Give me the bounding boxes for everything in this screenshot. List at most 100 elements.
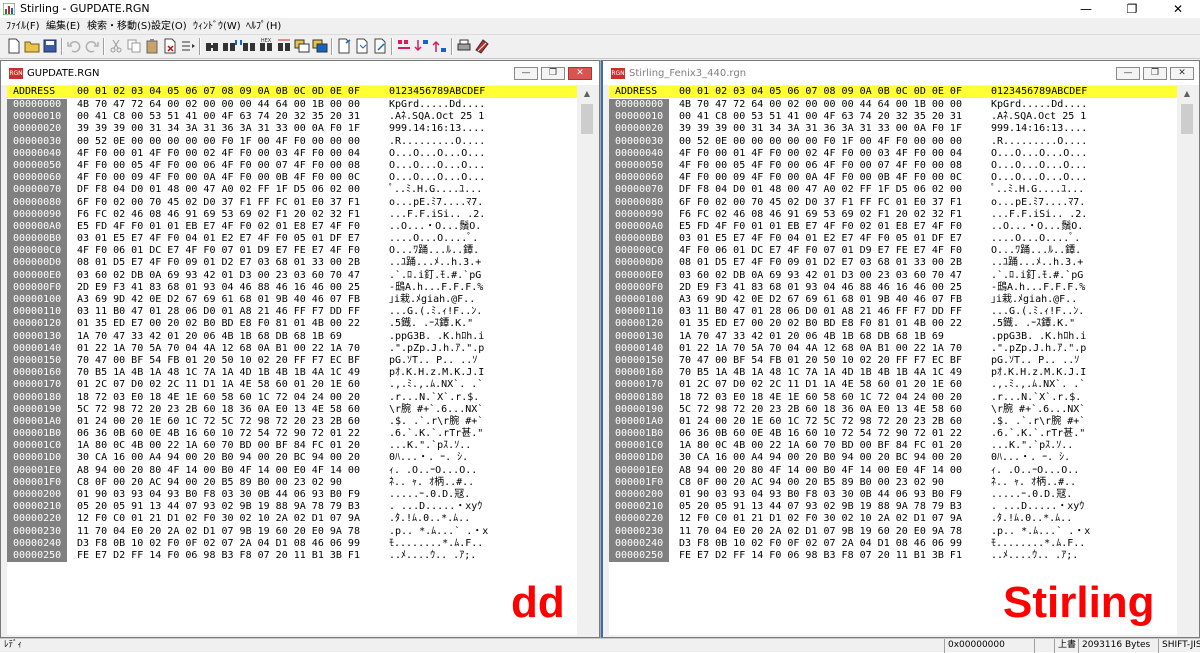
find-hex-icon[interactable]: HEX bbox=[258, 38, 274, 54]
row-hex-bytes[interactable]: 70 47 00 BF 54 FB 01 20 50 10 02 20 FF F… bbox=[679, 355, 962, 367]
row-hex-bytes[interactable]: 12 F0 C0 01 21 D1 02 F0 30 02 10 2A 02 D… bbox=[77, 513, 360, 525]
hex-row[interactable]: 00000000 4B 70 47 72 64 00 02 00 00 00 44… bbox=[7, 99, 577, 112]
hex-row[interactable]: 00000160 70 B5 1A 4B 1A 48 1C 7A 1A 4D 1B… bbox=[609, 367, 1177, 380]
row-hex-bytes[interactable]: 01 2C 07 D0 02 2C 11 D1 1A 4E 58 60 01 2… bbox=[679, 379, 962, 391]
row-ascii-text[interactable]: ....O...O....ﾟ. bbox=[389, 233, 478, 245]
row-ascii-text[interactable]: .R.........O.... bbox=[991, 136, 1087, 148]
open-folder-icon[interactable] bbox=[24, 38, 40, 54]
row-ascii-text[interactable]: ..ﾕ踊...ﾒ..h.3.+ bbox=[389, 257, 481, 269]
row-hex-bytes[interactable]: 06 36 0B 60 0E 4B 16 60 10 72 54 72 90 7… bbox=[77, 428, 360, 440]
row-hex-bytes[interactable]: 00 41 C8 00 53 51 41 00 4F 63 74 20 32 3… bbox=[679, 111, 962, 123]
hex-row[interactable]: 000000E0 03 60 02 DB 0A 69 93 42 01 D3 00… bbox=[7, 269, 577, 282]
row-ascii-text[interactable]: .p.. *.ﾑ...` .・x bbox=[389, 526, 488, 538]
menu-file[interactable]: ﾌｧｲﾙ(F) bbox=[6, 20, 40, 33]
row-ascii-text[interactable]: o...pE.ﾐ7....ﾏ7. bbox=[991, 197, 1085, 209]
row-ascii-text[interactable]: .5鐡. .ｰｽ鐔.K." bbox=[389, 318, 473, 330]
copy-icon[interactable] bbox=[126, 38, 142, 54]
hex-row[interactable]: 00000250 FE E7 D2 FF 14 F0 06 98 B3 F8 07… bbox=[7, 549, 577, 563]
hex-row[interactable]: 00000210 05 20 05 91 13 44 07 93 02 9B 19… bbox=[7, 501, 577, 514]
hex-row[interactable]: 00000080 6F F0 02 00 70 45 02 D0 37 F1 FF… bbox=[7, 196, 577, 209]
row-ascii-text[interactable]: ﾈ.. ｬ. ｵ柄..#.. bbox=[389, 477, 474, 489]
new-file-icon[interactable] bbox=[6, 38, 22, 54]
row-hex-bytes[interactable]: F6 FC 02 46 08 46 91 69 53 69 02 F1 20 0… bbox=[77, 209, 360, 221]
menu-settings[interactable]: 設定(O) bbox=[151, 20, 187, 33]
hex-row[interactable]: 00000120 01 35 ED E7 00 20 02 B0 BD E8 F0… bbox=[7, 318, 577, 331]
jump-end-icon[interactable] bbox=[372, 38, 388, 54]
row-ascii-text[interactable]: . ...D.....・xyｳ bbox=[991, 501, 1084, 513]
row-hex-bytes[interactable]: 08 01 D5 E7 4F F0 09 01 D2 E7 03 68 01 3… bbox=[679, 257, 962, 269]
row-hex-bytes[interactable]: 70 B5 1A 4B 1A 48 1C 7A 1A 4D 1B 4B 1B 4… bbox=[77, 367, 360, 379]
compare-icon[interactable] bbox=[294, 38, 310, 54]
row-hex-bytes[interactable]: 11 70 04 E0 20 2A 02 D1 07 9B 19 60 20 E… bbox=[679, 526, 962, 538]
hex-row[interactable]: 00000170 01 2C 07 D0 02 2C 11 D1 1A 4E 58… bbox=[7, 379, 577, 392]
hex-row[interactable]: 00000040 4F F0 00 01 4F F0 00 02 4F F0 00… bbox=[7, 147, 577, 160]
row-hex-bytes[interactable]: A8 94 00 20 80 4F 14 00 B0 4F 14 00 E0 4… bbox=[679, 465, 962, 477]
row-hex-bytes[interactable]: 01 90 03 93 04 93 B0 F8 03 30 0B 44 06 9… bbox=[77, 489, 360, 501]
row-hex-bytes[interactable]: 4F F0 00 01 4F F0 00 02 4F F0 00 03 4F F… bbox=[679, 148, 962, 160]
row-hex-bytes[interactable]: DF F8 04 D0 01 48 00 47 A0 02 FF 1F D5 0… bbox=[77, 184, 360, 196]
row-hex-bytes[interactable]: 1A 80 0C 4B 00 22 1A 60 70 BD 00 BF 84 F… bbox=[77, 440, 360, 452]
scroll-thumb[interactable] bbox=[581, 104, 593, 134]
hex-row[interactable]: 00000140 01 22 1A 70 5A 70 04 4A 12 68 0A… bbox=[7, 342, 577, 355]
hex-row[interactable]: 000001A0 01 24 00 20 1E 60 1C 72 5C 72 98… bbox=[609, 415, 1177, 429]
row-ascii-text[interactable]: .".pZp.J.h.ｱ.".p bbox=[389, 343, 484, 355]
hex-row[interactable]: 00000240 D3 F8 0B 10 02 F0 0F 02 07 2A 04… bbox=[609, 537, 1177, 550]
row-hex-bytes[interactable]: F6 FC 02 46 08 46 91 69 53 69 02 F1 20 0… bbox=[679, 209, 962, 221]
row-ascii-text[interactable]: .R.........O.... bbox=[389, 136, 485, 148]
row-ascii-text[interactable]: .r...N.`X`.r.$. bbox=[389, 392, 485, 404]
row-ascii-text[interactable]: .6.`.K.`.rTr甚." bbox=[991, 428, 1085, 440]
row-hex-bytes[interactable]: 4F F0 00 09 4F F0 00 0A 4F F0 00 0B 4F F… bbox=[77, 172, 360, 184]
row-ascii-text[interactable]: \r腕 #+`.6...NX` bbox=[991, 404, 1085, 416]
hex-row[interactable]: 00000150 70 47 00 BF 54 FB 01 20 50 10 02… bbox=[7, 354, 577, 368]
row-hex-bytes[interactable]: 01 24 00 20 1E 60 1C 72 5C 72 98 72 20 2… bbox=[679, 416, 962, 428]
print-icon[interactable] bbox=[456, 38, 472, 54]
row-ascii-text[interactable]: O...O...O...O... bbox=[389, 160, 485, 172]
pane-title-bar[interactable]: RGN Stirling_Fenix3_440.rgn — ❐ ✕ bbox=[603, 61, 1199, 85]
hex-row[interactable]: 00000010 00 41 C8 00 53 51 41 00 4F 63 74… bbox=[7, 111, 577, 124]
row-ascii-text[interactable]: O...ﾜ踊...ﾙ..鐔. bbox=[991, 245, 1081, 257]
redo-icon[interactable] bbox=[84, 38, 100, 54]
row-ascii-text[interactable]: KpGrd.....Dd.... bbox=[991, 99, 1087, 111]
row-hex-bytes[interactable]: 03 11 B0 47 01 28 06 D0 01 A8 21 46 FF F… bbox=[679, 306, 962, 318]
hex-row[interactable]: 00000190 5C 72 98 72 20 23 2B 60 18 36 0A… bbox=[609, 403, 1177, 416]
row-hex-bytes[interactable]: DF F8 04 D0 01 48 00 47 A0 02 FF 1F D5 0… bbox=[679, 184, 962, 196]
hex-row[interactable]: 000000C0 4F F0 06 01 DC E7 4F F0 07 01 D9… bbox=[609, 245, 1177, 258]
hex-row[interactable]: 000000B0 03 01 E5 E7 4F F0 04 01 E2 E7 4F… bbox=[609, 233, 1177, 246]
hex-row[interactable]: 00000180 18 72 03 E0 18 4E 1E 60 58 60 1C… bbox=[7, 391, 577, 404]
row-hex-bytes[interactable]: 70 B5 1A 4B 1A 48 1C 7A 1A 4D 1B 4B 1B 4… bbox=[679, 367, 962, 379]
pane-close-button[interactable]: ✕ bbox=[1170, 67, 1194, 80]
pane-close-button[interactable]: ✕ bbox=[568, 67, 592, 80]
row-hex-bytes[interactable]: 30 CA 16 00 A4 94 00 20 B0 94 00 20 BC 9… bbox=[679, 452, 962, 464]
row-hex-bytes[interactable]: 03 01 E5 E7 4F F0 04 01 E2 E7 4F F0 05 0… bbox=[77, 233, 360, 245]
row-hex-bytes[interactable]: 18 72 03 E0 18 4E 1E 60 58 60 1C 72 04 2… bbox=[679, 392, 962, 404]
row-ascii-text[interactable]: o...pE.ﾐ7....ﾏ7. bbox=[389, 197, 483, 209]
hex-row[interactable]: 00000030 00 52 0E 00 00 00 00 00 F0 1F 00… bbox=[609, 135, 1177, 148]
find-icon[interactable] bbox=[204, 38, 220, 54]
row-ascii-text[interactable]: .`.ﾛ.i釘.ﾓ.#.`pG bbox=[389, 270, 481, 282]
hex-row[interactable]: 000001B0 06 36 0B 60 0E 4B 16 60 10 72 54… bbox=[7, 428, 577, 441]
menu-window[interactable]: ｳｨﾝﾄﾞｳ(W) bbox=[193, 20, 241, 33]
hex-row[interactable]: 000000C0 4F F0 06 01 DC E7 4F F0 07 01 D9… bbox=[7, 245, 577, 258]
hex-row[interactable]: 000001C0 1A 80 0C 4B 00 22 1A 60 70 BD 00… bbox=[7, 440, 577, 453]
row-hex-bytes[interactable]: FE E7 D2 FF 14 F0 06 98 B3 F8 07 20 11 B… bbox=[679, 550, 962, 562]
row-ascii-text[interactable]: ..O...・O...鬚O. bbox=[991, 221, 1083, 233]
hex-row[interactable]: 00000240 D3 F8 0B 10 02 F0 0F 02 07 2A 04… bbox=[7, 537, 577, 550]
row-ascii-text[interactable]: .Aﾈ.SQA.Oct 25 1 bbox=[389, 111, 484, 123]
hex-row[interactable]: 00000090 F6 FC 02 46 08 46 91 69 53 69 02… bbox=[7, 208, 577, 221]
hex-row[interactable]: 000000D0 08 01 D5 E7 4F F0 09 01 D2 E7 03… bbox=[7, 257, 577, 270]
hex-row[interactable]: 00000130 1A 70 47 33 42 01 20 06 4B 1B 68… bbox=[609, 330, 1177, 343]
row-hex-bytes[interactable]: 1A 70 47 33 42 01 20 06 4B 1B 68 DB 68 1… bbox=[77, 331, 342, 343]
row-ascii-text[interactable]: .5鐡. .ｰｽ鐔.K." bbox=[991, 318, 1075, 330]
row-ascii-text[interactable]: ﾈ.. ｬ. ｵ柄..#.. bbox=[991, 477, 1076, 489]
hex-row[interactable]: 000000F0 2D E9 F3 41 83 68 01 93 04 46 88… bbox=[609, 281, 1177, 294]
hex-row[interactable]: 000001B0 06 36 0B 60 0E 4B 16 60 10 72 54… bbox=[609, 428, 1177, 441]
hex-row[interactable]: 00000110 03 11 B0 47 01 28 06 D0 01 A8 21… bbox=[609, 306, 1177, 319]
hex-row[interactable]: 00000070 DF F8 04 D0 01 48 00 47 A0 02 FF… bbox=[7, 184, 577, 197]
hex-row[interactable]: 00000010 00 41 C8 00 53 51 41 00 4F 63 74… bbox=[609, 111, 1177, 124]
hex-row[interactable]: 00000050 4F F0 00 05 4F F0 00 06 4F F0 00… bbox=[7, 159, 577, 173]
row-hex-bytes[interactable]: 4F F0 00 01 4F F0 00 02 4F F0 00 03 4F F… bbox=[77, 148, 360, 160]
row-hex-bytes[interactable]: 03 01 E5 E7 4F F0 04 01 E2 E7 4F F0 05 0… bbox=[679, 233, 962, 245]
row-hex-bytes[interactable]: 01 22 1A 70 5A 70 04 4A 12 68 0A B1 00 2… bbox=[77, 343, 360, 355]
row-ascii-text[interactable]: .ppG3B. .K.hﾛh.i bbox=[991, 331, 1086, 343]
row-ascii-text[interactable]: .Aﾈ.SQA.Oct 25 1 bbox=[991, 111, 1086, 123]
